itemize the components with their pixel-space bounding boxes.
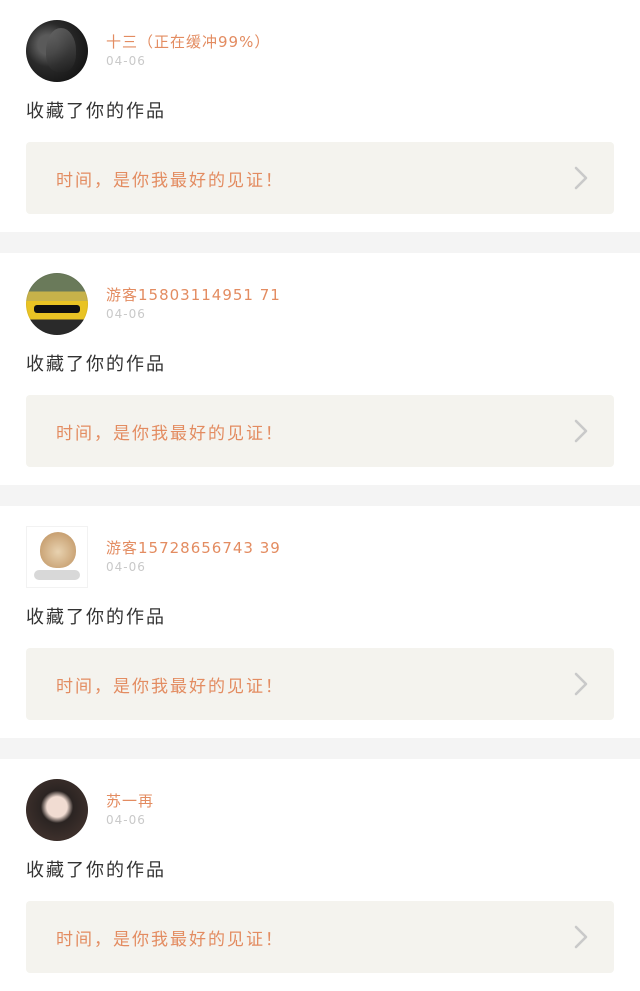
work-title: 时间，是你我最好的见证！: [56, 423, 284, 444]
notification-card: 十三（正在缓冲99%） 04-06 收藏了你的作品 时间，是你我最好的见证！: [0, 0, 640, 232]
username[interactable]: 游客15728656743 39: [106, 538, 281, 558]
avatar[interactable]: [26, 20, 88, 82]
work-title: 时间，是你我最好的见证！: [56, 929, 284, 950]
action-text: 收藏了你的作品: [26, 101, 166, 122]
user-meta: 游客15728656743 39 04-06: [106, 526, 281, 574]
card-header: 游客15728656743 39 04-06: [26, 526, 614, 590]
avatar[interactable]: [26, 273, 88, 335]
work-link[interactable]: 时间，是你我最好的见证！: [26, 901, 614, 973]
user-meta: 游客15803114951 71 04-06: [106, 273, 281, 321]
timestamp: 04-06: [106, 307, 146, 321]
timestamp: 04-06: [106, 54, 146, 68]
chevron-right-icon: [574, 672, 588, 696]
timestamp: 04-06: [106, 813, 146, 827]
card-header: 十三（正在缓冲99%） 04-06: [26, 20, 614, 84]
card-header: 游客15803114951 71 04-06: [26, 273, 614, 337]
card-header: 苏一再 04-06: [26, 779, 614, 843]
work-title: 时间，是你我最好的见证！: [56, 170, 284, 191]
action-text: 收藏了你的作品: [26, 354, 166, 375]
timestamp: 04-06: [106, 560, 146, 574]
username[interactable]: 十三（正在缓冲99%）: [106, 32, 270, 52]
notification-card: 游客15728656743 39 04-06 收藏了你的作品 时间，是你我最好的…: [0, 506, 640, 738]
notification-feed: 十三（正在缓冲99%） 04-06 收藏了你的作品 时间，是你我最好的见证！ 游…: [0, 0, 640, 991]
action-text: 收藏了你的作品: [26, 607, 166, 628]
notification-card: 游客15803114951 71 04-06 收藏了你的作品 时间，是你我最好的…: [0, 253, 640, 485]
work-title: 时间，是你我最好的见证！: [56, 676, 284, 697]
user-meta: 苏一再 04-06: [106, 779, 154, 827]
user-meta: 十三（正在缓冲99%） 04-06: [106, 20, 270, 68]
chevron-right-icon: [574, 166, 588, 190]
notification-card: 苏一再 04-06 收藏了你的作品 时间，是你我最好的见证！: [0, 759, 640, 991]
work-link[interactable]: 时间，是你我最好的见证！: [26, 395, 614, 467]
username[interactable]: 苏一再: [106, 791, 154, 811]
chevron-right-icon: [574, 419, 588, 443]
action-text: 收藏了你的作品: [26, 860, 166, 881]
work-link[interactable]: 时间，是你我最好的见证！: [26, 648, 614, 720]
avatar[interactable]: [26, 779, 88, 841]
username[interactable]: 游客15803114951 71: [106, 285, 281, 305]
work-link[interactable]: 时间，是你我最好的见证！: [26, 142, 614, 214]
chevron-right-icon: [574, 925, 588, 949]
avatar[interactable]: [26, 526, 88, 588]
